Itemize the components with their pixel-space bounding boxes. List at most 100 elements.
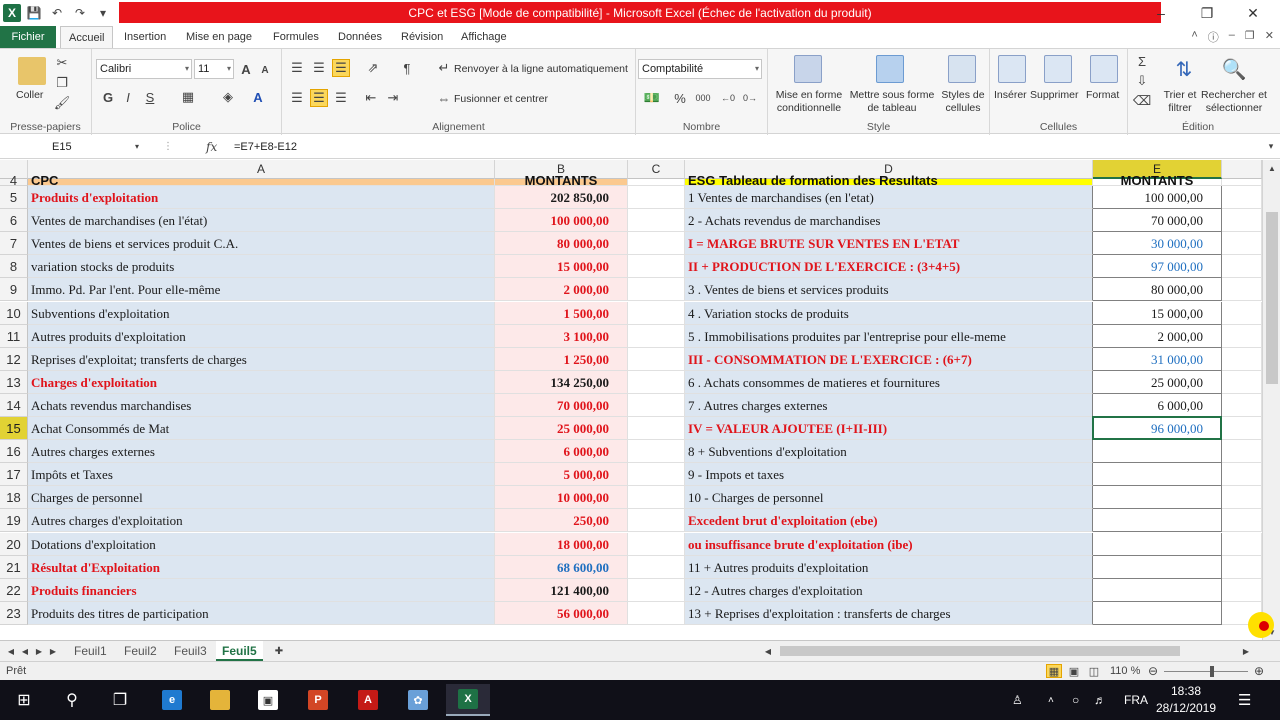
esg-amount-header-cell[interactable]: MONTANTS: [1093, 174, 1222, 187]
sheet-tab-feuil2[interactable]: Feuil2: [118, 641, 163, 661]
esg-label-cell[interactable]: II + PRODUCTION DE L'EXERCICE : (3+4+5): [685, 255, 1093, 279]
esg-label-cell[interactable]: 4 . Variation stocks de produits: [685, 301, 1093, 325]
paste-button[interactable]: Coller: [16, 89, 43, 101]
esg-amount-cell[interactable]: 80 000,00: [1093, 278, 1222, 302]
empty-cell[interactable]: [628, 179, 685, 186]
save-icon[interactable]: 💾: [24, 3, 44, 23]
row-header[interactable]: 21: [0, 555, 28, 579]
esg-label-cell[interactable]: 11 + Autres produits d'exploitation: [685, 555, 1093, 579]
esg-label-cell[interactable]: 10 - Charges de personnel: [685, 486, 1093, 510]
esg-amount-cell[interactable]: 2 000,00: [1093, 324, 1222, 348]
cpc-amount-cell[interactable]: 202 850,00: [495, 186, 628, 210]
empty-cell[interactable]: [1222, 209, 1262, 233]
row-header[interactable]: 5: [0, 186, 28, 210]
paste-icon[interactable]: [18, 57, 46, 85]
esg-amount-cell[interactable]: [1093, 555, 1222, 579]
format-cells-icon[interactable]: [1090, 55, 1118, 83]
font-name-select[interactable]: Calibri ▾: [96, 59, 192, 79]
row-header[interactable]: 8: [0, 255, 28, 279]
active-cell-e15[interactable]: 96 000,00: [1093, 417, 1222, 441]
insert-cells-button[interactable]: Insérer: [994, 89, 1027, 101]
tab-insertion[interactable]: Insertion: [116, 26, 174, 48]
cpc-amount-cell[interactable]: 1 500,00: [495, 301, 628, 325]
cpc-label-cell[interactable]: Dotations d'exploitation: [28, 532, 495, 556]
collapse-ribbon-icon[interactable]: ˄: [1191, 29, 1197, 45]
cpc-label-cell[interactable]: variation stocks de produits: [28, 255, 495, 279]
shrink-font-icon[interactable]: A: [258, 63, 272, 77]
esg-amount-cell[interactable]: [1093, 509, 1222, 533]
esg-header-cell[interactable]: ESG Tableau de formation des Resultats: [685, 174, 1093, 187]
esg-label-cell[interactable]: 5 . Immobilisations produites par l'entr…: [685, 324, 1093, 348]
column-header-a[interactable]: A: [28, 160, 495, 179]
esg-label-cell[interactable]: 13 + Reprises d'exploitation : transfert…: [685, 601, 1093, 625]
autosum-icon[interactable]: Σ: [1134, 53, 1150, 69]
name-box[interactable]: E15: [2, 137, 144, 157]
powerpoint-icon[interactable]: P: [296, 684, 340, 716]
scroll-up-icon[interactable]: ▲: [1266, 162, 1278, 174]
cpc-label-cell[interactable]: Charges d'exploitation: [28, 370, 495, 394]
zoom-in-icon[interactable]: ⊕: [1252, 664, 1266, 678]
undo-icon[interactable]: ↶: [47, 3, 67, 23]
clear-icon[interactable]: ⌫: [1133, 93, 1151, 109]
empty-cell[interactable]: [1222, 324, 1262, 348]
cpc-amount-cell[interactable]: 6 000,00: [495, 440, 628, 464]
copy-icon[interactable]: ❐: [54, 75, 70, 91]
esg-amount-cell[interactable]: 97 000,00: [1093, 255, 1222, 279]
row-header[interactable]: 23: [0, 601, 28, 625]
empty-cell[interactable]: [628, 509, 685, 533]
esg-amount-cell[interactable]: [1093, 601, 1222, 625]
empty-cell[interactable]: [628, 255, 685, 279]
empty-cell[interactable]: [1222, 301, 1262, 325]
row-header[interactable]: 4: [0, 174, 28, 187]
tab-mise-en-page[interactable]: Mise en page: [178, 26, 260, 48]
esg-amount-cell[interactable]: [1093, 463, 1222, 487]
format-as-table-button[interactable]: Mettre sous forme de tableau: [848, 89, 936, 115]
thousands-icon[interactable]: 000: [692, 89, 714, 107]
cpc-label-cell[interactable]: Subventions d'exploitation: [28, 301, 495, 325]
cpc-amount-cell[interactable]: 70 000,00: [495, 393, 628, 417]
zoom-slider-thumb[interactable]: [1210, 666, 1214, 677]
empty-cell[interactable]: [628, 532, 685, 556]
cpc-label-cell[interactable]: Produits d'exploitation: [28, 186, 495, 210]
cpc-amount-cell[interactable]: 5 000,00: [495, 463, 628, 487]
esg-label-cell[interactable]: 3 . Ventes de biens et services produits: [685, 278, 1093, 302]
text-direction-icon[interactable]: ¶: [398, 59, 416, 77]
increase-decimal-icon[interactable]: ←0: [718, 89, 738, 107]
task-view-icon[interactable]: ❐: [98, 684, 142, 716]
page-break-view-icon[interactable]: ◫: [1086, 664, 1102, 678]
empty-cell[interactable]: [1222, 555, 1262, 579]
esg-amount-cell[interactable]: 30 000,00: [1093, 232, 1222, 256]
empty-cell[interactable]: [1222, 232, 1262, 256]
row-header[interactable]: 17: [0, 463, 28, 487]
esg-label-cell[interactable]: 6 . Achats consommes de matieres et four…: [685, 370, 1093, 394]
align-right-icon[interactable]: ☰: [332, 89, 350, 107]
esg-amount-cell[interactable]: [1093, 440, 1222, 464]
cpc-amount-cell[interactable]: 134 250,00: [495, 370, 628, 394]
align-middle-icon[interactable]: ☰: [310, 59, 328, 77]
align-center-icon[interactable]: ☰: [310, 89, 328, 107]
font-size-select[interactable]: 11 ▾: [194, 59, 234, 79]
format-as-table-icon[interactable]: [876, 55, 904, 83]
cpc-label-cell[interactable]: Résultat d'Exploitation: [28, 555, 495, 579]
acrobat-icon[interactable]: A: [346, 684, 390, 716]
cpc-label-cell[interactable]: Achat Consommés de Mat: [28, 417, 495, 441]
show-hidden-icons-icon[interactable]: ˄: [1048, 680, 1054, 720]
number-format-select[interactable]: Comptabilité ▾: [638, 59, 762, 79]
notifications-icon[interactable]: ☰: [1238, 680, 1251, 720]
row-header[interactable]: 15: [0, 417, 28, 441]
tab-affichage[interactable]: Affichage: [453, 26, 515, 48]
worksheet-grid[interactable]: A B C D E 4 CPC MONTANTS ESG Tableau de for…: [0, 160, 1262, 640]
redo-icon[interactable]: ↷: [70, 3, 90, 23]
empty-cell[interactable]: [628, 347, 685, 371]
row-header[interactable]: 7: [0, 232, 28, 256]
esg-label-cell[interactable]: IV = VALEUR AJOUTEE (I+II-III): [685, 417, 1093, 441]
wrap-text-button[interactable]: Renvoyer à la ligne automatiquement: [454, 63, 628, 75]
empty-cell[interactable]: [1222, 440, 1262, 464]
sort-filter-button[interactable]: Trier et filtrer: [1160, 89, 1200, 115]
fill-icon[interactable]: ⇩: [1134, 73, 1150, 89]
row-header[interactable]: 19: [0, 509, 28, 533]
row-header[interactable]: 14: [0, 393, 28, 417]
empty-cell[interactable]: [1222, 370, 1262, 394]
empty-cell[interactable]: [628, 301, 685, 325]
cpc-amount-cell[interactable]: 121 400,00: [495, 578, 628, 602]
